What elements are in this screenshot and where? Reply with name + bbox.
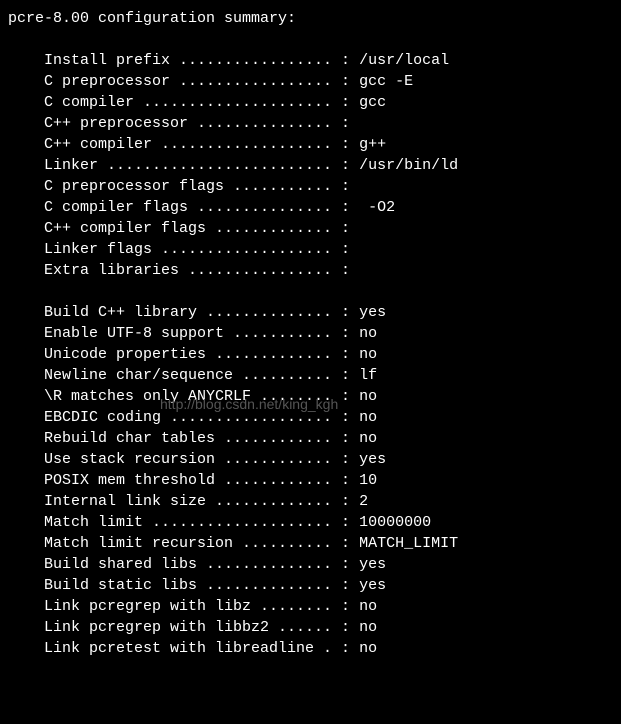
config-label: \R matches only ANYCRLF ........ : <box>44 388 359 405</box>
config-row: C preprocessor flags ........... : <box>44 176 613 197</box>
config-row: Build shared libs .............. : yes <box>44 554 613 575</box>
config-label: C++ preprocessor ............... : <box>44 115 359 132</box>
config-value: 10 <box>359 472 377 489</box>
config-value: /usr/local <box>359 52 449 69</box>
config-row: Use stack recursion ............ : yes <box>44 449 613 470</box>
config-row: Unicode properties ............. : no <box>44 344 613 365</box>
config-value: g++ <box>359 136 386 153</box>
config-value: yes <box>359 556 386 573</box>
config-label: Link pcregrep with libz ........ : <box>44 598 359 615</box>
config-label: C preprocessor ................. : <box>44 73 359 90</box>
config-value: no <box>359 346 377 363</box>
config-row: Extra libraries ................ : <box>44 260 613 281</box>
config-row: C++ preprocessor ............... : <box>44 113 613 134</box>
config-row: Link pcretest with libreadline . : no <box>44 638 613 659</box>
config-value: yes <box>359 451 386 468</box>
config-value: yes <box>359 304 386 321</box>
config-section-1: Install prefix ................. : /usr/… <box>8 50 613 281</box>
config-label: Build C++ library .............. : <box>44 304 359 321</box>
config-label: EBCDIC coding .................. : <box>44 409 359 426</box>
config-row: Rebuild char tables ............ : no <box>44 428 613 449</box>
config-label: Newline char/sequence .......... : <box>44 367 359 384</box>
config-row: Linker ......................... : /usr/… <box>44 155 613 176</box>
config-row: C compiler flags ............... : -O2 <box>44 197 613 218</box>
config-row: POSIX mem threshold ............ : 10 <box>44 470 613 491</box>
config-label: C++ compiler ................... : <box>44 136 359 153</box>
config-label: Linker ......................... : <box>44 157 359 174</box>
config-label: Internal link size ............. : <box>44 493 359 510</box>
config-section-2: Build C++ library .............. : yesEn… <box>8 302 613 659</box>
config-label: Install prefix ................. : <box>44 52 359 69</box>
section-gap <box>8 281 613 302</box>
config-label: Enable UTF-8 support ........... : <box>44 325 359 342</box>
config-row: Build C++ library .............. : yes <box>44 302 613 323</box>
config-row: EBCDIC coding .................. : no <box>44 407 613 428</box>
config-value: 10000000 <box>359 514 431 531</box>
config-label: Link pcregrep with libbz2 ...... : <box>44 619 359 636</box>
config-value: /usr/bin/ld <box>359 157 458 174</box>
config-value: no <box>359 640 377 657</box>
config-label: Build static libs .............. : <box>44 577 359 594</box>
config-value: 2 <box>359 493 368 510</box>
config-value: no <box>359 325 377 342</box>
config-label: Extra libraries ................ : <box>44 262 359 279</box>
config-row: Match limit .................... : 10000… <box>44 512 613 533</box>
config-label: POSIX mem threshold ............ : <box>44 472 359 489</box>
config-value: no <box>359 619 377 636</box>
config-value: no <box>359 388 377 405</box>
config-row: Link pcregrep with libz ........ : no <box>44 596 613 617</box>
config-header: pcre-8.00 configuration summary: <box>8 8 613 29</box>
config-row: Match limit recursion .......... : MATCH… <box>44 533 613 554</box>
config-label: Match limit .................... : <box>44 514 359 531</box>
config-value: no <box>359 409 377 426</box>
config-row: Build static libs .............. : yes <box>44 575 613 596</box>
config-label: Match limit recursion .......... : <box>44 535 359 552</box>
config-row: \R matches only ANYCRLF ........ : no <box>44 386 613 407</box>
config-label: Rebuild char tables ............ : <box>44 430 359 447</box>
config-value: no <box>359 430 377 447</box>
config-value: no <box>359 598 377 615</box>
config-value: gcc -E <box>359 73 413 90</box>
config-label: Unicode properties ............. : <box>44 346 359 363</box>
config-row: Link pcregrep with libbz2 ...... : no <box>44 617 613 638</box>
config-label: C preprocessor flags ........... : <box>44 178 359 195</box>
config-row: C compiler ..................... : gcc <box>44 92 613 113</box>
config-label: Build shared libs .............. : <box>44 556 359 573</box>
config-label: C compiler flags ............... : <box>44 199 359 216</box>
config-row: C++ compiler flags ............. : <box>44 218 613 239</box>
config-value: MATCH_LIMIT <box>359 535 458 552</box>
config-row: Enable UTF-8 support ........... : no <box>44 323 613 344</box>
config-label: Use stack recursion ............ : <box>44 451 359 468</box>
config-value: gcc <box>359 94 386 111</box>
config-label: C compiler ..................... : <box>44 94 359 111</box>
config-value: lf <box>359 367 377 384</box>
config-label: Linker flags ................... : <box>44 241 359 258</box>
config-row: Install prefix ................. : /usr/… <box>44 50 613 71</box>
config-value: yes <box>359 577 386 594</box>
config-row: C preprocessor ................. : gcc -… <box>44 71 613 92</box>
config-label: C++ compiler flags ............. : <box>44 220 359 237</box>
config-row: Linker flags ................... : <box>44 239 613 260</box>
config-value: -O2 <box>359 199 395 216</box>
config-row: Internal link size ............. : 2 <box>44 491 613 512</box>
config-row: C++ compiler ................... : g++ <box>44 134 613 155</box>
config-label: Link pcretest with libreadline . : <box>44 640 359 657</box>
config-row: Newline char/sequence .......... : lf <box>44 365 613 386</box>
